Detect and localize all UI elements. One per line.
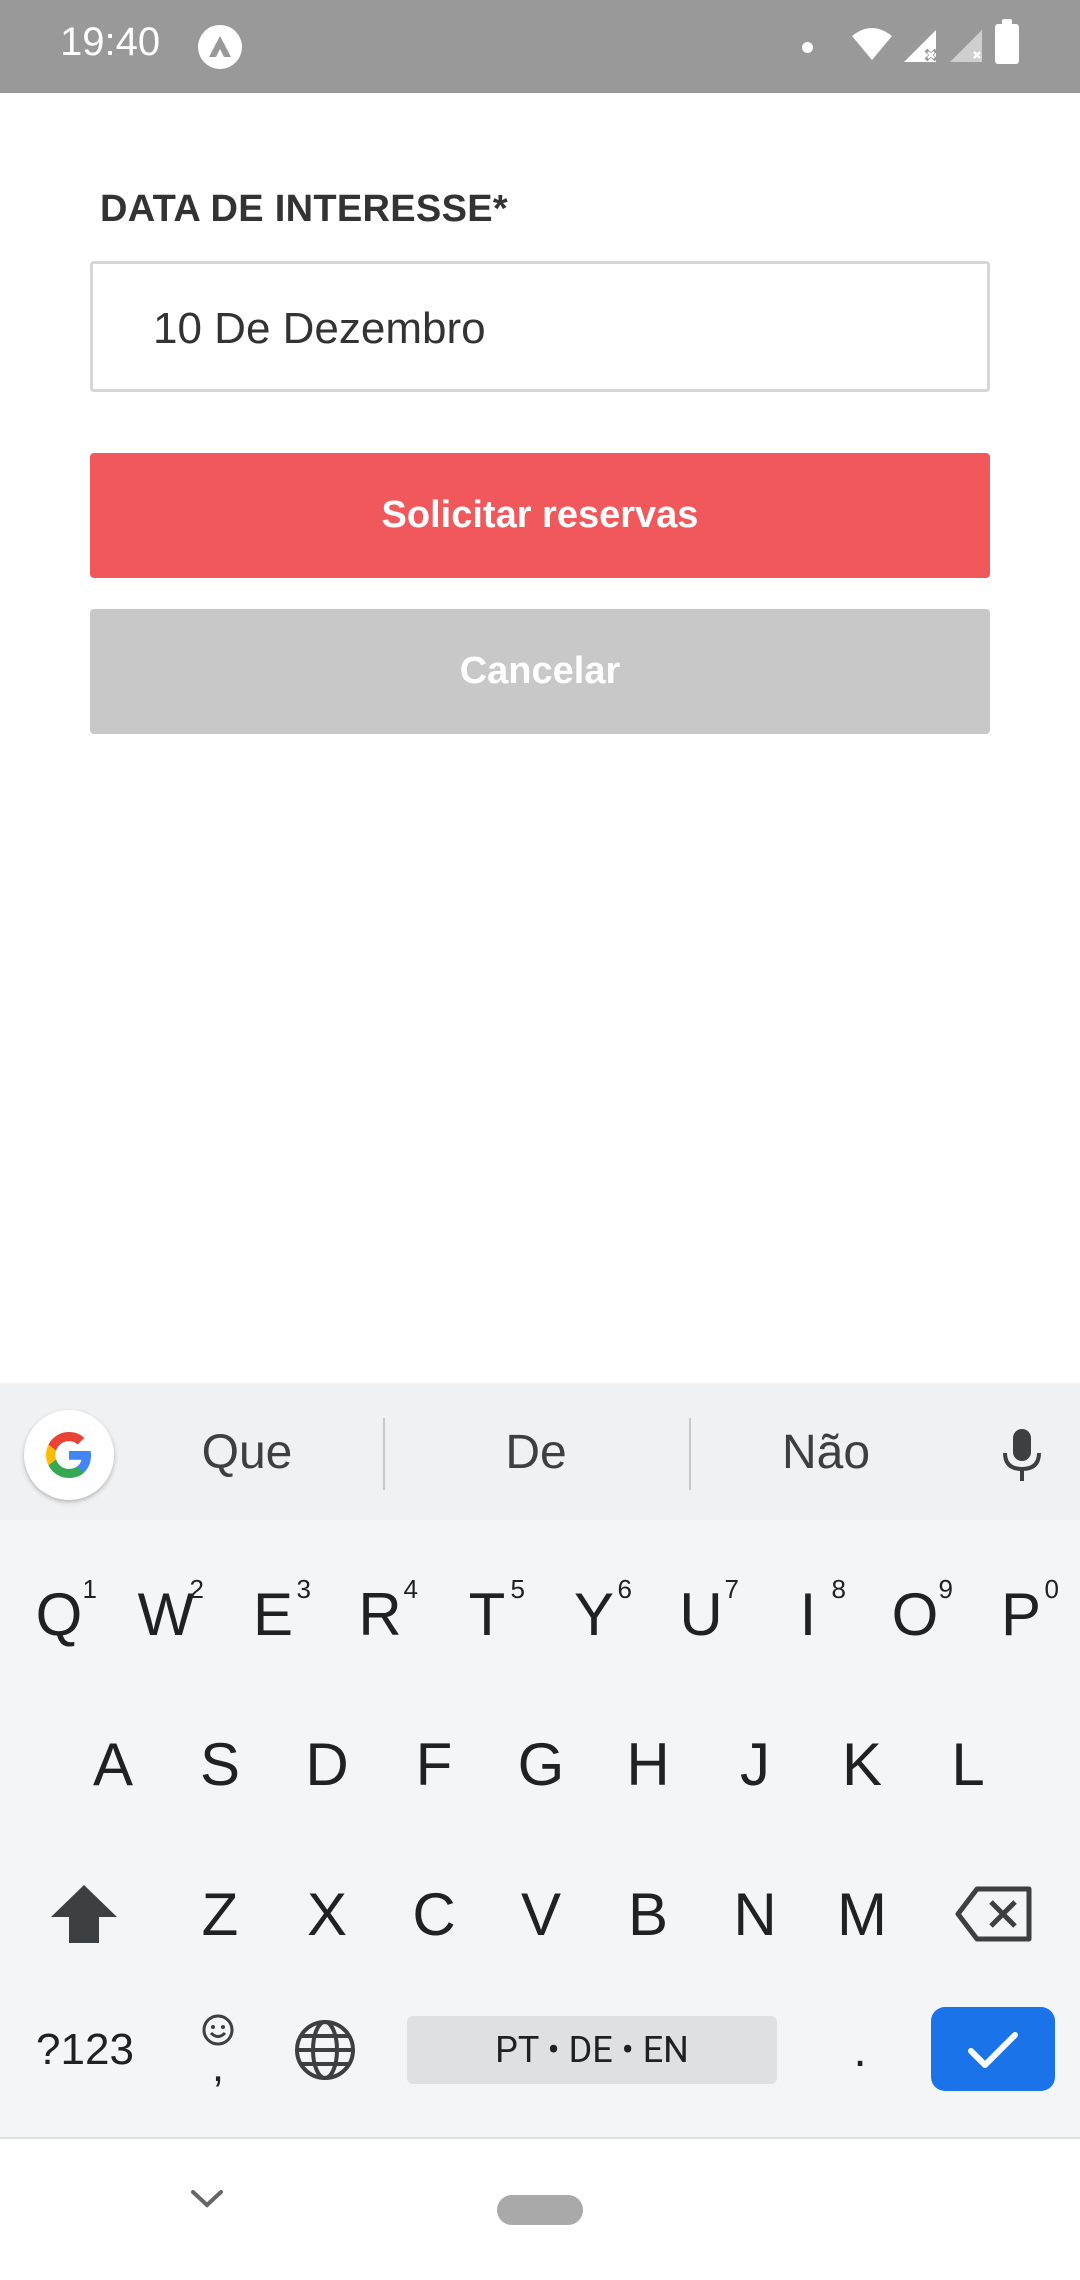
key-label: P bbox=[1000, 1580, 1042, 1648]
navigation-bar bbox=[0, 2137, 1080, 2280]
key-t[interactable]: T5 bbox=[435, 1554, 539, 1674]
cancel-button[interactable]: Cancelar bbox=[90, 609, 990, 734]
key-label: W bbox=[137, 1580, 195, 1648]
key-hint: 1 bbox=[82, 1574, 97, 1604]
key-label: O bbox=[891, 1580, 939, 1648]
symbols-key[interactable]: ?123 bbox=[10, 2005, 160, 2095]
key-j[interactable]: J bbox=[703, 1704, 807, 1824]
date-field-value: 10 De Dezembro bbox=[153, 304, 486, 353]
key-label: R bbox=[358, 1580, 402, 1648]
key-e[interactable]: E3 bbox=[221, 1554, 325, 1674]
key-b[interactable]: B bbox=[596, 1854, 700, 1974]
key-hint: 0 bbox=[1044, 1574, 1059, 1604]
hide-keyboard-icon[interactable] bbox=[190, 2189, 224, 2209]
enter-key[interactable] bbox=[931, 2007, 1055, 2091]
date-label: DATA DE INTERESSE* bbox=[100, 188, 508, 230]
suggestion-divider bbox=[689, 1418, 691, 1490]
key-hint: 6 bbox=[617, 1574, 632, 1604]
key-label: E bbox=[252, 1580, 294, 1648]
key-w[interactable]: W2 bbox=[114, 1554, 218, 1674]
key-label: I bbox=[799, 1580, 817, 1648]
key-h[interactable]: H bbox=[596, 1704, 700, 1824]
check-icon bbox=[968, 2032, 1018, 2068]
date-field[interactable]: 10 De Dezembro bbox=[90, 261, 990, 392]
key-hint: 5 bbox=[510, 1574, 525, 1604]
key-y[interactable]: Y6 bbox=[542, 1554, 646, 1674]
space-bar[interactable]: PT • DE • EN bbox=[407, 2016, 777, 2084]
signal-2-icon bbox=[950, 30, 982, 62]
key-q[interactable]: Q1 bbox=[7, 1554, 111, 1674]
key-hint: 8 bbox=[831, 1574, 846, 1604]
key-g[interactable]: G bbox=[489, 1704, 593, 1824]
key-l[interactable]: L bbox=[916, 1704, 1020, 1824]
status-bar: 19:40 bbox=[0, 0, 1080, 93]
suggestion-divider bbox=[383, 1418, 385, 1490]
key-d[interactable]: D bbox=[275, 1704, 379, 1824]
shift-icon bbox=[51, 1885, 117, 1943]
key-x[interactable]: X bbox=[275, 1854, 379, 1974]
key-label: U bbox=[679, 1580, 723, 1648]
key-z[interactable]: Z bbox=[168, 1854, 272, 1974]
comma-label: , bbox=[211, 2042, 225, 2091]
mic-icon[interactable] bbox=[1000, 1427, 1044, 1483]
key-v[interactable]: V bbox=[489, 1854, 593, 1974]
backspace-key[interactable] bbox=[942, 1854, 1046, 1974]
comma-key[interactable]: , bbox=[178, 1998, 258, 2102]
key-hint: 3 bbox=[296, 1574, 311, 1604]
google-icon[interactable] bbox=[24, 1410, 114, 1500]
wifi-icon bbox=[852, 28, 892, 60]
key-label: Y bbox=[573, 1580, 615, 1648]
key-hint: 7 bbox=[724, 1574, 739, 1604]
key-label: T bbox=[468, 1580, 506, 1648]
key-i[interactable]: I8 bbox=[756, 1554, 860, 1674]
home-pill[interactable] bbox=[497, 2195, 583, 2225]
key-n[interactable]: N bbox=[703, 1854, 807, 1974]
notification-dot-icon bbox=[802, 42, 813, 53]
keyboard: Q1 W2 E3 R4 T5 Y6 U7 I8 O9 P0 A S D F G … bbox=[0, 1520, 1080, 2137]
status-time: 19:40 bbox=[60, 20, 161, 64]
key-p[interactable]: P0 bbox=[969, 1554, 1073, 1674]
key-r[interactable]: R4 bbox=[328, 1554, 432, 1674]
backspace-icon bbox=[955, 1886, 1032, 1942]
key-k[interactable]: K bbox=[810, 1704, 914, 1824]
signal-icon bbox=[904, 30, 938, 62]
key-hint: 2 bbox=[189, 1574, 204, 1604]
battery-icon bbox=[995, 19, 1019, 64]
key-o[interactable]: O9 bbox=[863, 1554, 967, 1674]
suggestion-1[interactable]: Que bbox=[127, 1425, 367, 1480]
key-a[interactable]: A bbox=[61, 1704, 165, 1824]
language-key[interactable] bbox=[280, 2005, 370, 2095]
suggestion-2[interactable]: De bbox=[416, 1425, 656, 1480]
key-s[interactable]: S bbox=[168, 1704, 272, 1824]
key-hint: 9 bbox=[938, 1574, 953, 1604]
key-label: Q bbox=[35, 1580, 83, 1648]
shift-key[interactable] bbox=[32, 1854, 136, 1974]
suggestion-3[interactable]: Não bbox=[706, 1425, 946, 1480]
key-c[interactable]: C bbox=[382, 1854, 486, 1974]
app-notification-icon bbox=[198, 25, 242, 69]
key-f[interactable]: F bbox=[382, 1704, 486, 1824]
key-u[interactable]: U7 bbox=[649, 1554, 753, 1674]
key-m[interactable]: M bbox=[810, 1854, 914, 1974]
key-hint: 4 bbox=[403, 1574, 418, 1604]
globe-icon bbox=[295, 2020, 355, 2080]
period-key[interactable]: . bbox=[820, 2005, 900, 2095]
request-reservations-button[interactable]: Solicitar reservas bbox=[90, 453, 990, 578]
keyboard-suggestion-bar: Que De Não bbox=[0, 1383, 1080, 1520]
